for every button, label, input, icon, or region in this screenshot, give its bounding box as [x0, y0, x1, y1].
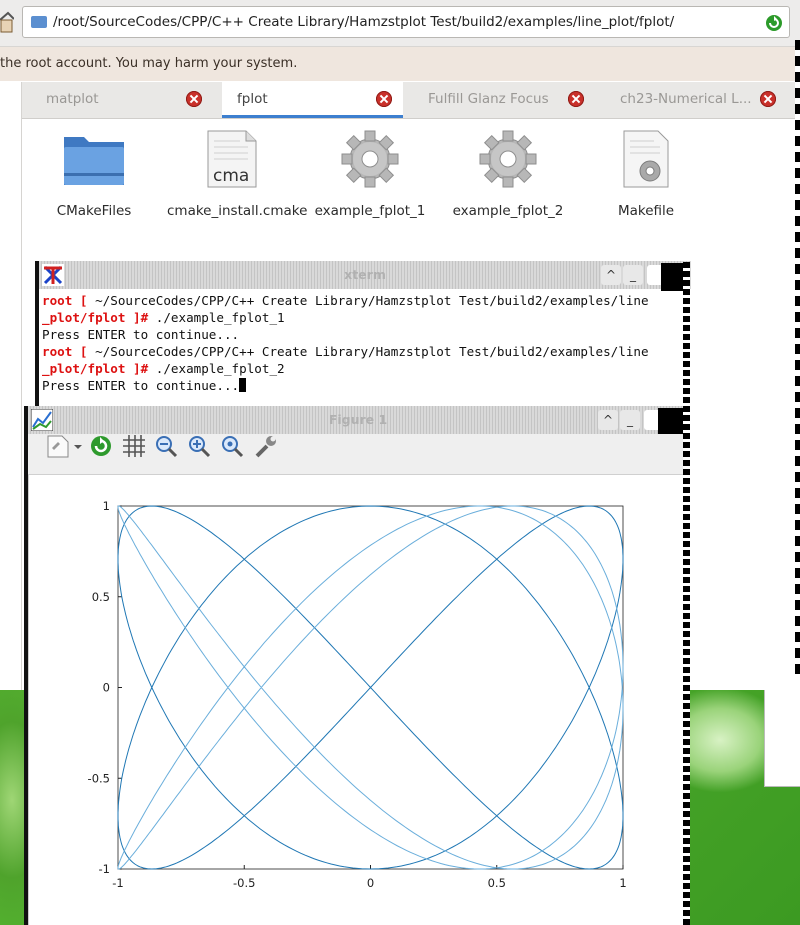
xterm-title: xterm: [344, 267, 386, 282]
window-edge-border: [795, 40, 800, 680]
location-field[interactable]: /root/SourceCodes/CPP/C++ Create Library…: [22, 6, 790, 38]
tab-bar: matplot fplot Fulfill Glanz Focus ch23-N…: [22, 82, 800, 119]
y-tick-label: -1: [99, 862, 110, 876]
figure-title: Figure 1: [328, 412, 388, 427]
line-chart[interactable]: -1 -0.5 0 0.5 1 -1 -0.5 0 0.5 1: [29, 475, 684, 925]
x-tick-label: 0.5: [488, 876, 506, 890]
zoom-in-icon[interactable]: [187, 434, 213, 458]
window-edge-border: [683, 262, 690, 925]
terminal-line: _plot/fplot ]# ./example_fplot_1: [42, 310, 285, 325]
maximize-button[interactable]: ^: [598, 410, 618, 430]
xterm-titlebar[interactable]: xterm ^ _: [39, 261, 691, 291]
terminal-output[interactable]: root [ ~/SourceCodes/CPP/C++ Create Libr…: [42, 292, 688, 407]
file-name: example_fplot_2: [452, 203, 564, 219]
zoom-out-icon[interactable]: [154, 434, 180, 458]
close-tab-icon[interactable]: [186, 91, 202, 107]
reload-icon[interactable]: [88, 434, 114, 458]
tab-label: ch23-Numerical L...: [620, 91, 752, 107]
tab-matplot[interactable]: matplot: [22, 82, 218, 118]
titlebar-dark-block: [658, 408, 684, 436]
executable-gear-icon: [479, 130, 537, 188]
terminal-cursor: [239, 378, 247, 392]
close-tab-icon[interactable]: [760, 91, 776, 107]
y-tick-label: -0.5: [88, 771, 110, 785]
x-tick-label: 0: [367, 876, 374, 890]
x-tick-label: -1: [112, 876, 123, 890]
makefile-icon: [623, 130, 669, 188]
tab-label: matplot: [46, 91, 99, 107]
terminal-line: root [ ~/SourceCodes/CPP/C++ Create Libr…: [42, 293, 649, 308]
figure-window[interactable]: Figure 1 ^ _ -1 -0.5 0 0.5 1 -1 -0.5 0 0…: [24, 406, 688, 925]
minimize-button[interactable]: _: [623, 265, 643, 285]
terminal-line: Press ENTER to continue...: [42, 327, 240, 342]
file-name: Makefile: [617, 203, 675, 219]
file-grid: CMakeFiles cma cmake_install.cmake examp…: [22, 119, 800, 259]
save-icon[interactable]: [44, 434, 84, 458]
terminal-line: Press ENTER to continue...: [42, 377, 688, 394]
zoom-fit-icon[interactable]: [220, 434, 246, 458]
grid-icon[interactable]: [121, 434, 147, 458]
location-bar: /root/SourceCodes/CPP/C++ Create Library…: [0, 0, 800, 47]
window-buttons: ^ _: [598, 408, 684, 436]
file-item-makefile[interactable]: Makefile: [581, 129, 711, 220]
file-name: CMakeFiles: [56, 203, 132, 219]
folder-small-icon: [31, 16, 47, 28]
file-item-example-fplot-2[interactable]: example_fplot_2: [443, 129, 573, 220]
y-tick-label: 0: [103, 681, 110, 695]
tab-fulfill-glanz-focus[interactable]: Fulfill Glanz Focus: [404, 82, 594, 118]
window-buttons: ^ _: [601, 263, 687, 291]
cmake-file-icon: cma: [207, 130, 257, 188]
figure-toolbar: [28, 434, 688, 475]
file-name: example_fplot_1: [314, 203, 426, 219]
y-tick-label: 0.5: [92, 590, 110, 604]
close-tab-icon[interactable]: [376, 91, 392, 107]
location-path[interactable]: /root/SourceCodes/CPP/C++ Create Library…: [53, 14, 674, 30]
tab-ch23-numerical[interactable]: ch23-Numerical L...: [596, 82, 800, 118]
root-warning-bar: the root account. You may harm your syst…: [0, 47, 800, 81]
executable-gear-icon: [341, 130, 399, 188]
file-name: cmake_install.cmake: [167, 203, 308, 219]
figure-titlebar[interactable]: Figure 1 ^ _: [28, 406, 688, 436]
plot-area[interactable]: -1 -0.5 0 0.5 1 -1 -0.5 0 0.5 1: [28, 475, 688, 925]
x-tick-label: 1: [619, 876, 626, 890]
home-icon[interactable]: [0, 10, 14, 34]
background-window[interactable]: [764, 690, 800, 787]
tab-label: fplot: [237, 91, 268, 107]
file-item-cmakefiles[interactable]: CMakeFiles: [29, 129, 159, 220]
folder-icon: [64, 137, 124, 185]
x-tick-label: -0.5: [233, 876, 255, 890]
y-tick-label: 1: [103, 499, 110, 513]
terminal-line: root [ ~/SourceCodes/CPP/C++ Create Libr…: [42, 344, 649, 359]
settings-wrench-icon[interactable]: [254, 434, 280, 458]
sidebar: [0, 82, 22, 690]
reload-icon[interactable]: [765, 14, 783, 32]
tab-label: Fulfill Glanz Focus: [428, 91, 549, 107]
root-warning-text: the root account. You may harm your syst…: [0, 56, 298, 71]
minimize-button[interactable]: _: [620, 410, 640, 430]
file-item-example-fplot-1[interactable]: example_fplot_1: [305, 129, 435, 220]
xterm-window[interactable]: xterm ^ _ root [ ~/SourceCodes/CPP/C++ C…: [35, 261, 691, 407]
tab-fplot[interactable]: fplot: [222, 82, 403, 118]
close-tab-icon[interactable]: [568, 91, 584, 107]
file-item-cmake-install[interactable]: cma cmake_install.cmake: [167, 129, 308, 220]
terminal-line: _plot/fplot ]# ./example_fplot_2: [42, 361, 285, 376]
maximize-button[interactable]: ^: [601, 265, 621, 285]
svg-text:cma: cma: [213, 166, 249, 186]
